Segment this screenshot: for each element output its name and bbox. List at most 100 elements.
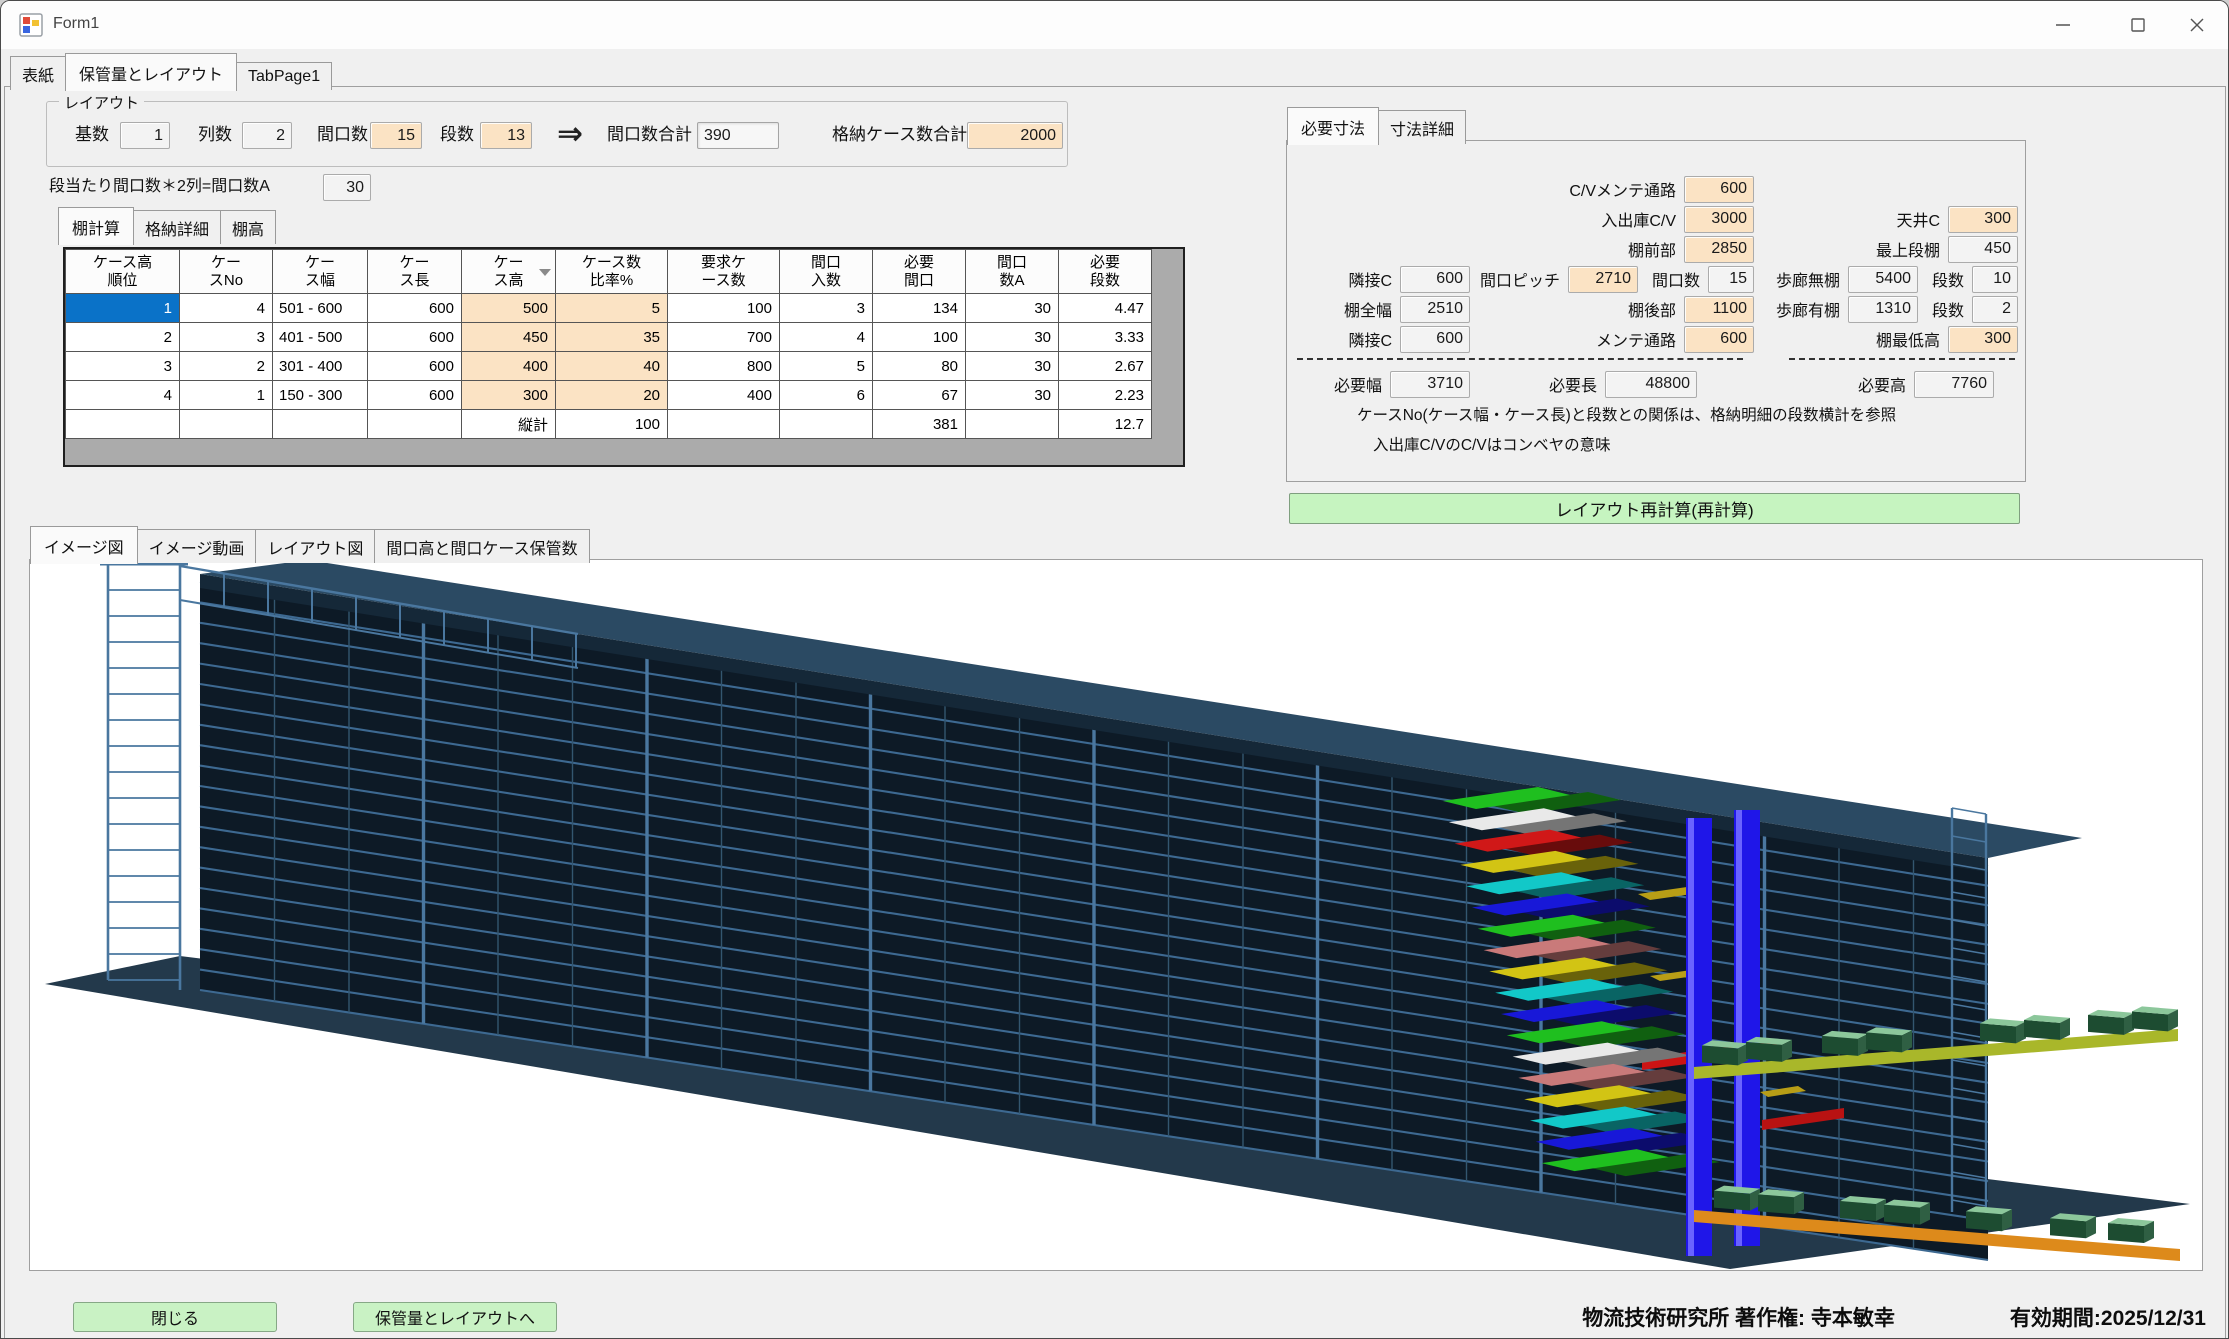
table-cell[interactable]: 35 [556,323,668,352]
tab-dims-detail[interactable]: 寸法詳細 [1378,110,1466,144]
base-count-field[interactable]: 1 [120,122,170,149]
table-cell[interactable]: 1 [180,381,273,410]
tab-opening-height[interactable]: 間口高と間口ケース保管数 [374,529,589,563]
table-cell[interactable]: 5 [556,294,668,323]
table-cell[interactable]: 4.47 [1059,294,1152,323]
table-cell[interactable]: 2 [66,323,180,352]
dim-value-field[interactable]: 600 [1400,266,1470,293]
table-cell[interactable]: 5 [780,352,873,381]
table-cell[interactable] [780,410,873,439]
tab-shelf-calc[interactable]: 棚計算 [58,207,134,245]
dim-value-field[interactable]: 2850 [1684,236,1754,263]
column-header[interactable]: 要求ケ ース数 [668,250,780,294]
table-cell[interactable]: 30 [966,381,1059,410]
table-cell[interactable]: 301 - 400 [273,352,368,381]
table-cell[interactable]: 400 [462,352,556,381]
column-header[interactable]: ケー ス幅 [273,250,368,294]
opening-count-field[interactable]: 15 [370,122,422,149]
table-cell[interactable]: 700 [668,323,780,352]
table-cell[interactable]: 450 [462,323,556,352]
table-cell[interactable]: 300 [462,381,556,410]
table-cell[interactable] [66,410,180,439]
close-button[interactable] [2164,1,2229,49]
tab-cover[interactable]: 表紙 [10,56,66,90]
required-length-field[interactable]: 48800 [1605,371,1697,398]
table-cell[interactable]: 縦計 [462,410,556,439]
table-cell[interactable]: 30 [966,323,1059,352]
table-cell[interactable]: 4 [66,381,180,410]
table-cell[interactable] [180,410,273,439]
table-cell[interactable]: 3 [180,323,273,352]
tab-storage-detail[interactable]: 格納詳細 [133,210,221,244]
required-height-field[interactable]: 7760 [1914,371,1994,398]
table-cell[interactable]: 20 [556,381,668,410]
table-cell[interactable]: 600 [368,352,462,381]
tab-tabpage1[interactable]: TabPage1 [236,62,332,90]
total-openings-field[interactable]: 390 [697,122,779,149]
table-cell[interactable]: 401 - 500 [273,323,368,352]
total-cases-field[interactable]: 2000 [967,122,1063,149]
table-cell[interactable]: 100 [556,410,668,439]
table-cell[interactable]: 80 [873,352,966,381]
dim-value-field[interactable]: 300 [1948,206,2018,233]
table-cell[interactable]: 600 [368,323,462,352]
table-cell[interactable]: 134 [873,294,966,323]
row-count-field[interactable]: 2 [242,122,292,149]
dim-extra-field[interactable]: 2 [1972,296,2018,323]
dim-value-field[interactable]: 600 [1684,326,1754,353]
title-bar[interactable]: Form1 [1,1,2228,49]
column-header[interactable]: 必要 段数 [1059,250,1152,294]
dim-extra-field[interactable]: 10 [1972,266,2018,293]
tab-storage-layout[interactable]: 保管量とレイアウト [65,53,237,91]
table-cell[interactable]: 3.33 [1059,323,1152,352]
table-cell[interactable]: 100 [873,323,966,352]
dim-value-field[interactable]: 2510 [1400,296,1470,323]
dim-value-field[interactable]: 5400 [1848,266,1918,293]
table-cell[interactable]: 12.7 [1059,410,1152,439]
column-header[interactable]: ケース高 順位 [66,250,180,294]
table-cell[interactable]: 600 [368,381,462,410]
table-cell[interactable]: 500 [462,294,556,323]
dim-value-field[interactable]: 1310 [1848,296,1918,323]
table-cell[interactable]: 2.23 [1059,381,1152,410]
table-cell[interactable] [668,410,780,439]
column-header[interactable]: ケース数 比率% [556,250,668,294]
table-cell[interactable] [273,410,368,439]
table-cell[interactable]: 4 [780,323,873,352]
dim-value-field[interactable]: 600 [1400,326,1470,353]
table-cell[interactable] [368,410,462,439]
table-cell[interactable]: 400 [668,381,780,410]
close-form-button[interactable]: 閉じる [73,1302,277,1332]
table-cell[interactable]: 2 [180,352,273,381]
per-level-openings-field[interactable]: 30 [323,174,371,201]
table-cell[interactable]: 40 [556,352,668,381]
table-cell[interactable]: 501 - 600 [273,294,368,323]
column-header[interactable]: 間口 入数 [780,250,873,294]
dim-value-field[interactable]: 600 [1684,176,1754,203]
table-cell[interactable]: 4 [180,294,273,323]
table-cell[interactable]: 30 [966,294,1059,323]
recalc-layout-button[interactable]: レイアウト再計算(再計算) [1289,493,2020,524]
table-cell[interactable]: 3 [66,352,180,381]
table-cell[interactable]: 3 [780,294,873,323]
table-cell[interactable]: 100 [668,294,780,323]
table-cell[interactable]: 6 [780,381,873,410]
table-cell[interactable]: 150 - 300 [273,381,368,410]
tab-shelf-height[interactable]: 棚高 [220,210,276,244]
required-width-field[interactable]: 3710 [1390,371,1470,398]
table-cell[interactable]: 1 [66,294,180,323]
table-cell[interactable]: 2.67 [1059,352,1152,381]
column-header[interactable]: 間口 数A [966,250,1059,294]
tab-layout-view[interactable]: レイアウト図 [255,529,375,563]
table-cell[interactable]: 30 [966,352,1059,381]
minimize-button[interactable] [2030,1,2096,49]
maximize-button[interactable] [2105,1,2171,49]
dim-value-field[interactable]: 2710 [1568,266,1638,293]
level-count-field[interactable]: 13 [480,122,532,149]
dim-value-field[interactable]: 450 [1948,236,2018,263]
tab-image-video[interactable]: イメージ動画 [137,529,257,563]
column-header[interactable]: ケー スNo [180,250,273,294]
table-cell[interactable]: 800 [668,352,780,381]
dim-value-field[interactable]: 3000 [1684,206,1754,233]
column-header[interactable]: ケー ス長 [368,250,462,294]
